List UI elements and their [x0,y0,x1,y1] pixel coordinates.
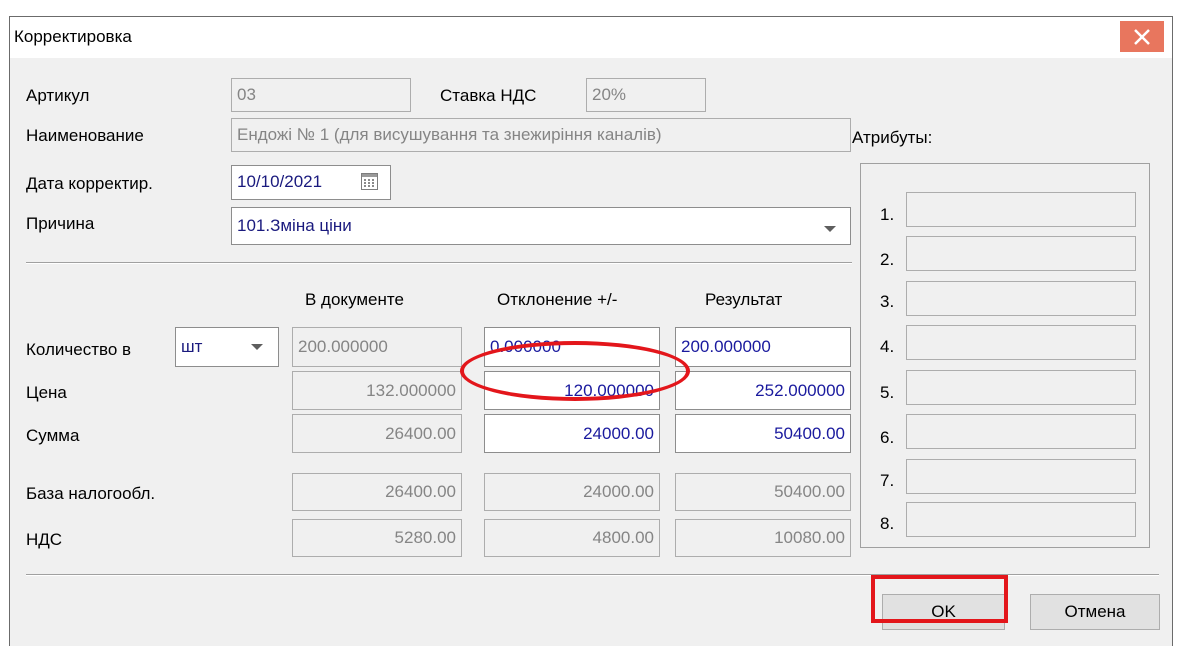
unit-select[interactable]: шт [175,327,279,367]
attribute-field-3[interactable] [906,281,1136,316]
attribute-number: 1. [880,205,895,224]
attribute-number: 5. [880,383,895,402]
unit-value: шт [181,337,203,356]
attribute-number: 7. [880,471,895,490]
vat-rate-label: Ставка НДС [440,86,537,105]
attribute-field-1[interactable] [906,192,1136,227]
chevron-down-icon[interactable] [824,226,836,232]
cancel-button[interactable]: Отмена [1030,594,1160,630]
tax-base-result: 50400.00 [675,473,851,511]
sum-result-input[interactable]: 50400.00 [675,414,851,453]
article-label: Артикул [26,86,90,105]
window-title: Корректировка [14,27,132,46]
attribute-field-4[interactable] [906,325,1136,360]
sum-in-document: 26400.00 [292,414,462,453]
footer-divider [26,574,1159,576]
reason-value: 101.Зміна ціни [237,216,352,235]
tax-base-in-document: 26400.00 [292,473,462,511]
price-label: Цена [26,383,67,402]
sum-label: Сумма [26,426,80,445]
col-header-result: Результат [705,290,783,309]
reason-label: Причина [26,214,95,233]
close-button[interactable] [1120,21,1164,52]
name-field: Ендожі № 1 (для висушування та знежирінн… [231,118,851,152]
attribute-field-2[interactable] [906,236,1136,271]
title-bar: Корректировка [10,17,1172,58]
quantity-label: Количество в [26,340,132,359]
ok-button[interactable]: OK [882,594,1005,630]
sum-deviation-input[interactable]: 24000.00 [484,414,660,453]
attribute-field-5[interactable] [906,370,1136,405]
quantity-deviation-input[interactable]: 0.000000 [484,327,660,367]
price-deviation-input[interactable]: 120.000000 [484,371,660,410]
col-header-deviation: Отклонение +/- [497,290,618,309]
date-value: 10/10/2021 [237,172,323,191]
attributes-label: Атрибуты: [852,128,933,147]
reason-select[interactable]: 101.Зміна ціни [231,207,851,245]
divider [26,262,852,264]
quantity-result-input[interactable]: 200.000000 [675,327,851,367]
attribute-number: 3. [880,292,895,311]
col-header-in-document: В документе [305,290,404,309]
screen-background [0,0,1183,16]
article-field: 03 [231,78,411,112]
vat-rate-field: 20% [586,78,706,112]
close-icon [1134,28,1150,45]
attribute-number: 4. [880,337,895,356]
chevron-down-icon[interactable] [251,344,263,350]
attribute-field-8[interactable] [906,502,1136,537]
attribute-number: 2. [880,250,895,269]
vat-label: НДС [26,530,63,549]
attribute-number: 6. [880,428,895,447]
attribute-field-6[interactable] [906,414,1136,449]
attribute-field-7[interactable] [906,459,1136,494]
date-label: Дата корректир. [26,174,153,193]
calendar-icon[interactable] [361,173,378,190]
price-in-document: 132.000000 [292,371,462,410]
attribute-number: 8. [880,514,895,533]
quantity-in-document: 200.000000 [292,327,462,367]
tax-base-deviation: 24000.00 [484,473,660,511]
vat-in-document: 5280.00 [292,519,462,557]
vat-result: 10080.00 [675,519,851,557]
name-label: Наименование [26,126,144,145]
vat-deviation: 4800.00 [484,519,660,557]
price-result-input[interactable]: 252.000000 [675,371,851,410]
tax-base-label: База налогообл. [26,484,156,503]
